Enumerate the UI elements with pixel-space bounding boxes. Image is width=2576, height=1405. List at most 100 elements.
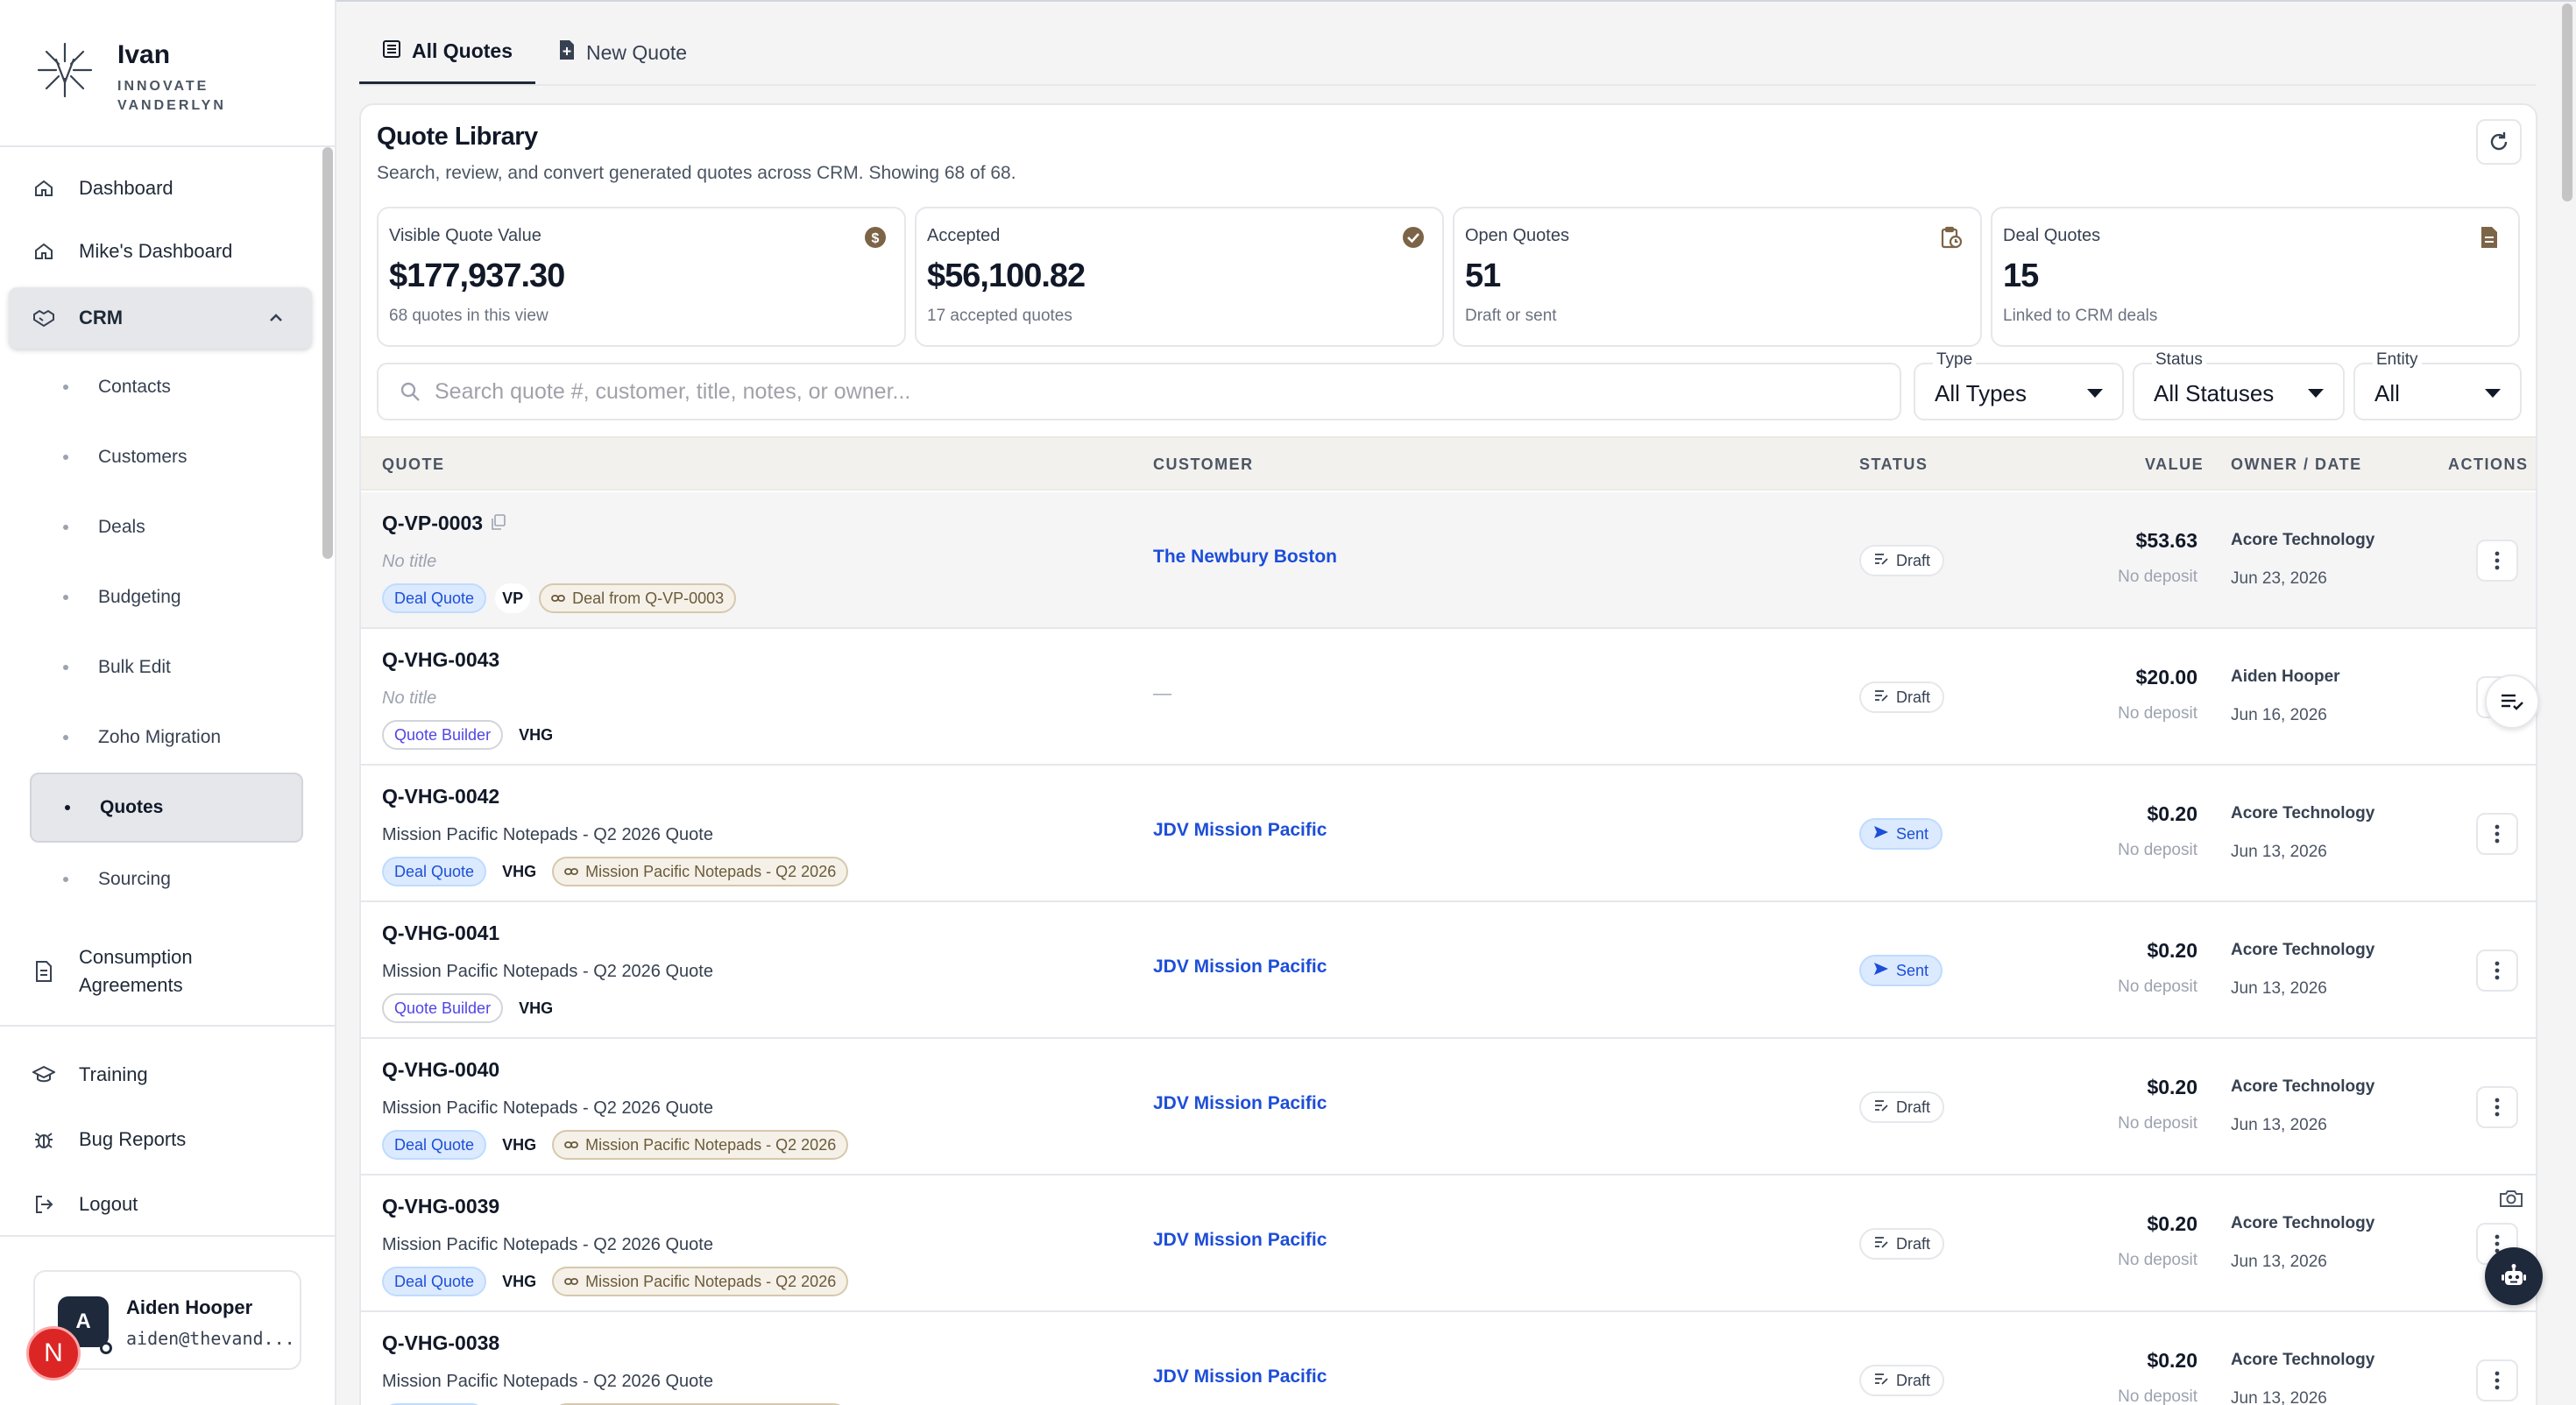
sidebar-item-label: Dashboard	[79, 177, 173, 199]
tag-label: VHG	[502, 1272, 537, 1290]
sidebar-sub-deals[interactable]: Deals	[30, 492, 303, 562]
column-header-value[interactable]: VALUE	[2145, 455, 2204, 474]
customer-link[interactable]: JDV Mission Pacific	[1153, 1366, 1327, 1387]
sort-toggle-button[interactable]	[2485, 674, 2539, 729]
quote-number[interactable]: Q-VHG-0039	[382, 1195, 499, 1218]
entity-filter[interactable]: Entity All	[2353, 350, 2522, 420]
status-badge: Draft	[1859, 681, 1945, 713]
quote-title: Mission Pacific Notepads - Q2 2026 Quote	[382, 1098, 713, 1118]
column-header-customer[interactable]: CUSTOMER	[1153, 455, 1254, 474]
sidebar-item-dashboard[interactable]: Dashboard	[9, 158, 312, 219]
tab-all-quotes[interactable]: All Quotes	[359, 21, 536, 84]
sidebar-item-mikes-dashboard[interactable]: Mike's Dashboard	[9, 221, 312, 282]
column-header-owner-date[interactable]: OWNER / DATE	[2231, 455, 2362, 474]
tag-link[interactable]: Mission Pacific Notepads - Q2 2026	[552, 857, 849, 886]
quote-value: $20.00	[2135, 666, 2197, 688]
stat-value: $56,100.82	[927, 258, 1086, 294]
status-text: Draft	[1896, 1098, 1931, 1116]
row-actions-button[interactable]	[2476, 813, 2518, 855]
sidebar-item-logout[interactable]: Logout	[9, 1174, 312, 1235]
tag-label: VHG	[502, 862, 537, 880]
sidebar-item-consumption-agreements[interactable]: Consumption Agreements	[9, 932, 312, 1011]
quote-number[interactable]: Q-VHG-0041	[382, 921, 499, 945]
table-header: QUOTE CUSTOMER STATUS VALUE OWNER / DATE…	[361, 436, 2536, 491]
tag-link[interactable]: Deal from Q-VP-0003	[539, 583, 737, 613]
brand-subtitle-1: INNOVATE	[117, 79, 209, 94]
page-scrollbar[interactable]	[2562, 4, 2572, 201]
brand[interactable]: Ivan INNOVATE VANDERLYN	[33, 33, 301, 145]
status-text: Draft	[1896, 1234, 1931, 1253]
customer-link[interactable]: JDV Mission Pacific	[1153, 1093, 1327, 1114]
quote-number[interactable]: Q-VP-0003	[382, 512, 506, 535]
quote-title: No title	[382, 688, 437, 708]
quote-title: No title	[382, 552, 437, 571]
customer-link[interactable]: JDV Mission Pacific	[1153, 1230, 1327, 1251]
type-filter[interactable]: Type All Types	[1914, 350, 2124, 420]
sidebar-item-bug-reports[interactable]: Bug Reports	[9, 1109, 312, 1170]
sidebar-sub-customers[interactable]: Customers	[30, 422, 303, 492]
copy-icon[interactable]	[492, 512, 506, 535]
sidebar-item-training[interactable]: Training	[9, 1044, 312, 1105]
table-row[interactable]: Q-VHG-0039 Mission Pacific Notepads - Q2 …	[361, 1176, 2536, 1312]
tag-builder: Quote Builder	[382, 720, 504, 750]
quote-number[interactable]: Q-VHG-0040	[382, 1058, 499, 1082]
status-badge: Sent	[1859, 818, 1943, 850]
table-row[interactable]: Q-VP-0003 No title Deal Quote VP Deal from Q…	[361, 492, 2536, 629]
sidebar-sub-zoho-migration[interactable]: Zoho Migration	[30, 702, 303, 773]
tag-label: VHG	[519, 725, 554, 744]
tab-new-quote[interactable]: New Quote	[535, 21, 710, 84]
sidebar-item-label: Logout	[79, 1193, 138, 1215]
sidebar-sub-contacts[interactable]: Contacts	[30, 352, 303, 422]
quote-date: Jun 16, 2026	[2231, 706, 2327, 724]
tag-link[interactable]: Mission Pacific Notepads - Q2 2026	[552, 1130, 849, 1160]
search-input[interactable]	[435, 378, 1836, 405]
link-icon	[551, 590, 565, 608]
quote-number[interactable]: Q-VHG-0038	[382, 1331, 499, 1355]
sidebar-sub-quotes[interactable]: Quotes	[30, 773, 303, 843]
sidebar-item-crm[interactable]: CRM	[9, 287, 312, 349]
refresh-button[interactable]	[2476, 119, 2522, 165]
customer-link[interactable]: JDV Mission Pacific	[1153, 820, 1327, 841]
quote-number[interactable]: Q-VHG-0043	[382, 648, 499, 672]
column-header-status[interactable]: STATUS	[1859, 455, 1928, 474]
sidebar-sub-sourcing[interactable]: Sourcing	[30, 844, 303, 914]
quote-number[interactable]: Q-VHG-0042	[382, 785, 499, 808]
table-row[interactable]: Q-VHG-0041 Mission Pacific Notepads - Q2 …	[361, 902, 2536, 1039]
row-actions-button[interactable]	[2476, 950, 2518, 992]
search-box[interactable]	[377, 363, 1901, 420]
quote-number-text: Q-VHG-0042	[382, 785, 500, 808]
main-content: All Quotes New Quote Quote Library Searc…	[338, 0, 2572, 1405]
sidebar-sub-bulk-edit[interactable]: Bulk Edit	[30, 632, 303, 702]
check-circle-icon	[1403, 227, 1424, 248]
table-row[interactable]: Q-VHG-0042 Mission Pacific Notepads - Q2 …	[361, 766, 2536, 902]
owner-name: Acore Technology	[2231, 531, 2375, 549]
screenshot-button[interactable]	[2492, 1179, 2530, 1218]
tag-label: VHG	[502, 1135, 537, 1154]
sidebar-scrollbar[interactable]	[322, 147, 333, 559]
table-row[interactable]: Q-VHG-0038 Mission Pacific Notepads - Q2 …	[361, 1312, 2536, 1405]
bullet-icon	[63, 665, 68, 670]
table-row[interactable]: Q-VHG-0043 No title Quote Builder VHG — Draft…	[361, 629, 2536, 766]
home-icon	[32, 239, 56, 264]
sidebar-sub-budgeting[interactable]: Budgeting	[30, 562, 303, 632]
assistant-bot-button[interactable]	[2485, 1247, 2543, 1305]
column-header-quote[interactable]: QUOTE	[382, 455, 445, 474]
deposit-text: No deposit	[2118, 841, 2197, 859]
row-actions-button[interactable]	[2476, 540, 2518, 582]
stat-note: 68 quotes in this view	[389, 307, 548, 325]
row-actions-button[interactable]	[2476, 1086, 2518, 1128]
tab-bar: All Quotes New Quote	[359, 21, 710, 84]
tag-label: Deal Quote	[394, 589, 475, 607]
notification-badge[interactable]: N	[26, 1326, 81, 1380]
tag-link[interactable]: Mission Pacific Notepads - Q2 2026	[552, 1267, 849, 1296]
table-row[interactable]: Q-VHG-0040 Mission Pacific Notepads - Q2 …	[361, 1039, 2536, 1176]
customer-link[interactable]: The Newbury Boston	[1153, 547, 1337, 568]
row-actions-button[interactable]	[2476, 1359, 2518, 1401]
quote-library-panel: Quote Library Search, review, and conver…	[359, 103, 2537, 1405]
clipboard-clock-icon	[1941, 226, 1963, 249]
tab-label: New Quote	[586, 40, 688, 64]
more-vertical-icon	[2495, 1371, 2500, 1390]
status-filter[interactable]: Status All Statuses	[2133, 350, 2345, 420]
sidebar-item-label: CRM	[79, 307, 124, 328]
customer-link[interactable]: JDV Mission Pacific	[1153, 957, 1327, 978]
